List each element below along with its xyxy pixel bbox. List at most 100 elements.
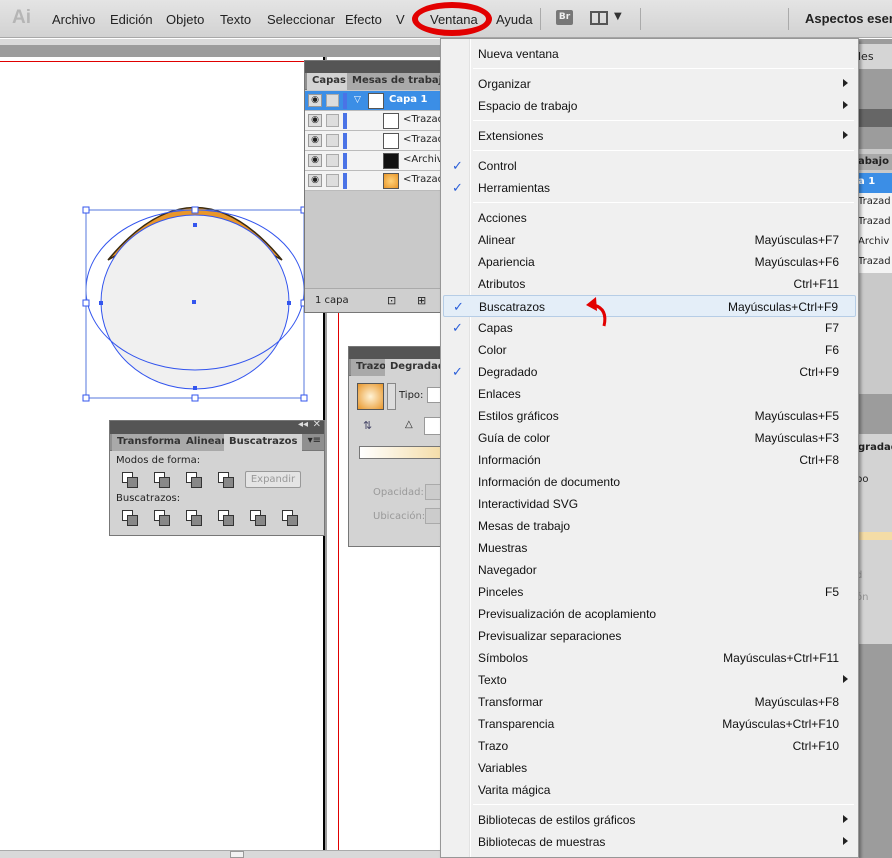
close-icon[interactable]: ✕ — [313, 419, 321, 430]
panel-titlebar[interactable] — [305, 61, 443, 73]
menu-item-apariencia[interactable]: Apariencia Mayúsculas+F6 — [443, 251, 856, 273]
locate-object-icon[interactable]: ⊡ — [387, 294, 396, 307]
gradient-slider[interactable] — [359, 446, 445, 459]
tab-mesas-de-trabajo[interactable]: Mesas de trabajo — [347, 73, 454, 90]
menu-item-degradado[interactable]: ✓ Degradado Ctrl+F9 — [443, 361, 856, 383]
eye-icon[interactable]: ◉ — [308, 114, 322, 127]
tab-buscatrazos[interactable]: Buscatrazos — [224, 434, 303, 451]
menu-item-pinceles[interactable]: Pinceles F5 — [443, 581, 856, 603]
menu-item-buscatrazos[interactable]: ✓ Buscatrazos Mayúsculas+Ctrl+F9 — [443, 295, 856, 317]
horizontal-scrollbar[interactable] — [0, 850, 440, 858]
menu-objeto[interactable]: Objeto — [166, 12, 204, 27]
menu-item-herramientas[interactable]: ✓ Herramientas — [443, 177, 856, 199]
gradient-swatch[interactable] — [357, 383, 384, 410]
layer-row[interactable]: Trazad — [856, 213, 892, 233]
panel-menu-icon[interactable]: ▾≡ — [308, 435, 321, 446]
menu-item-mesas-de-trabajo[interactable]: Mesas de trabajo — [443, 515, 856, 537]
gradient-slider[interactable] — [856, 532, 892, 540]
menu-item-simbolos[interactable]: Símbolos Mayúsculas+Ctrl+F11 — [443, 647, 856, 669]
minus-front-icon[interactable] — [154, 472, 170, 488]
new-sublayer-icon[interactable]: ⊞ — [417, 294, 426, 307]
menu-item-control[interactable]: ✓ Control — [443, 155, 856, 177]
menu-item-muestras[interactable]: Muestras — [443, 537, 856, 559]
intersect-icon[interactable] — [186, 472, 202, 488]
workspace-dropdown[interactable]: les — [856, 44, 892, 69]
gradient-dropdown[interactable] — [387, 383, 396, 410]
menu-item-guia-de-color[interactable]: Guía de color Mayúsculas+F3 — [443, 427, 856, 449]
menu-item-navegador[interactable]: Navegador — [443, 559, 856, 581]
layer-row[interactable]: a 1 — [856, 173, 892, 193]
menu-item-bibliotecas-de-muestras[interactable]: Bibliotecas de muestras — [443, 831, 856, 853]
menu-item-transformar[interactable]: Transformar Mayúsculas+F8 — [443, 691, 856, 713]
divide-icon[interactable] — [122, 510, 138, 526]
eye-icon[interactable]: ◉ — [308, 154, 322, 167]
merge-icon[interactable] — [186, 510, 202, 526]
reverse-gradient-icon[interactable]: ⇅ — [363, 419, 372, 432]
menu-texto[interactable]: Texto — [220, 12, 251, 27]
menu-item-estilos-graficos[interactable]: Estilos gráficos Mayúsculas+F5 — [443, 405, 856, 427]
eye-icon[interactable]: ◉ — [308, 134, 322, 147]
menu-ayuda[interactable]: Ayuda — [496, 12, 533, 27]
unite-icon[interactable] — [122, 472, 138, 488]
lock-toggle[interactable] — [326, 94, 339, 107]
exclude-icon[interactable] — [218, 472, 234, 488]
menu-item-informacion-de-documento[interactable]: Información de documento — [443, 471, 856, 493]
tab-mesas-de-trabajo[interactable]: abajo — [856, 154, 892, 170]
minus-back-icon[interactable] — [282, 510, 298, 526]
layer-row[interactable]: ◉ ▽ Capa 1 — [305, 91, 445, 111]
menu-item-color[interactable]: Color F6 — [443, 339, 856, 361]
menu-item-capas[interactable]: ✓ Capas F7 — [443, 317, 856, 339]
menu-item-interactividad-svg[interactable]: Interactividad SVG — [443, 493, 856, 515]
lock-toggle[interactable] — [326, 174, 339, 187]
menu-item-previsualizar-separaciones[interactable]: Previsualizar separaciones — [443, 625, 856, 647]
chevron-down-icon[interactable]: ▼ — [614, 11, 622, 22]
eye-icon[interactable]: ◉ — [308, 174, 322, 187]
lock-toggle[interactable] — [326, 154, 339, 167]
workspace-switcher[interactable]: Aspectos esenci — [805, 11, 892, 26]
menu-item-bibliotecas-de-estilos-graficos[interactable]: Bibliotecas de estilos gráficos — [443, 809, 856, 831]
menu-item-espacio-de-trabajo[interactable]: Espacio de trabajo — [443, 95, 856, 117]
menu-item-varita-magica[interactable]: Varita mágica — [443, 779, 856, 801]
menu-item-transparencia[interactable]: Transparencia Mayúsculas+Ctrl+F10 — [443, 713, 856, 735]
layer-row[interactable]: ◉ <Trazad — [305, 171, 445, 191]
collapse-icon[interactable]: ◂◂ — [298, 419, 308, 430]
trim-icon[interactable] — [154, 510, 170, 526]
tab-transformar[interactable]: Transformar — [112, 434, 191, 451]
tab-capas[interactable]: Capas — [307, 73, 351, 90]
outline-icon[interactable] — [250, 510, 266, 526]
menu-item-previsualizacion-de-acoplamiento[interactable]: Previsualización de acoplamiento — [443, 603, 856, 625]
bridge-button[interactable]: Br — [556, 10, 573, 25]
layer-row[interactable]: Trazad — [856, 253, 892, 273]
menu-item-atributos[interactable]: Atributos Ctrl+F11 — [443, 273, 856, 295]
menu-item-informacion[interactable]: Información Ctrl+F8 — [443, 449, 856, 471]
menu-item-organizar[interactable]: Organizar — [443, 73, 856, 95]
layer-row[interactable]: ◉ <Archiv — [305, 151, 445, 171]
layer-row[interactable]: ◉ <Trazad — [305, 131, 445, 151]
lock-toggle[interactable] — [326, 114, 339, 127]
menu-archivo[interactable]: Archivo — [52, 12, 95, 27]
menu-ver[interactable]: V — [396, 12, 405, 27]
menu-item-nueva-ventana[interactable]: Nueva ventana — [443, 43, 856, 65]
layer-row[interactable]: ◉ <Trazad — [305, 111, 445, 131]
menu-edicion[interactable]: Edición — [110, 12, 153, 27]
menu-item-acciones[interactable]: Acciones — [443, 207, 856, 229]
panel-titlebar[interactable] — [349, 347, 443, 359]
artwork[interactable] — [80, 190, 320, 405]
menu-item-alinear[interactable]: Alinear Mayúsculas+F7 — [443, 229, 856, 251]
layer-row[interactable]: Trazad — [856, 193, 892, 213]
crop-icon[interactable] — [218, 510, 234, 526]
layer-row[interactable]: Archiv — [856, 233, 892, 253]
menu-efecto[interactable]: Efecto — [345, 12, 382, 27]
menu-item-extensiones[interactable]: Extensiones — [443, 125, 856, 147]
menu-item-enlaces[interactable]: Enlaces — [443, 383, 856, 405]
scrollbar-thumb[interactable] — [230, 851, 244, 858]
menu-item-variables[interactable]: Variables — [443, 757, 856, 779]
arrange-documents-icon[interactable] — [590, 11, 608, 25]
expand-button[interactable]: Expandir — [245, 471, 301, 488]
menu-item-trazo[interactable]: Trazo Ctrl+F10 — [443, 735, 856, 757]
eye-icon[interactable]: ◉ — [308, 94, 322, 107]
panel-titlebar[interactable]: ◂◂ ✕ — [110, 419, 324, 434]
menu-item-texto[interactable]: Texto — [443, 669, 856, 691]
lock-toggle[interactable] — [326, 134, 339, 147]
menu-seleccionar[interactable]: Seleccionar — [267, 12, 335, 27]
